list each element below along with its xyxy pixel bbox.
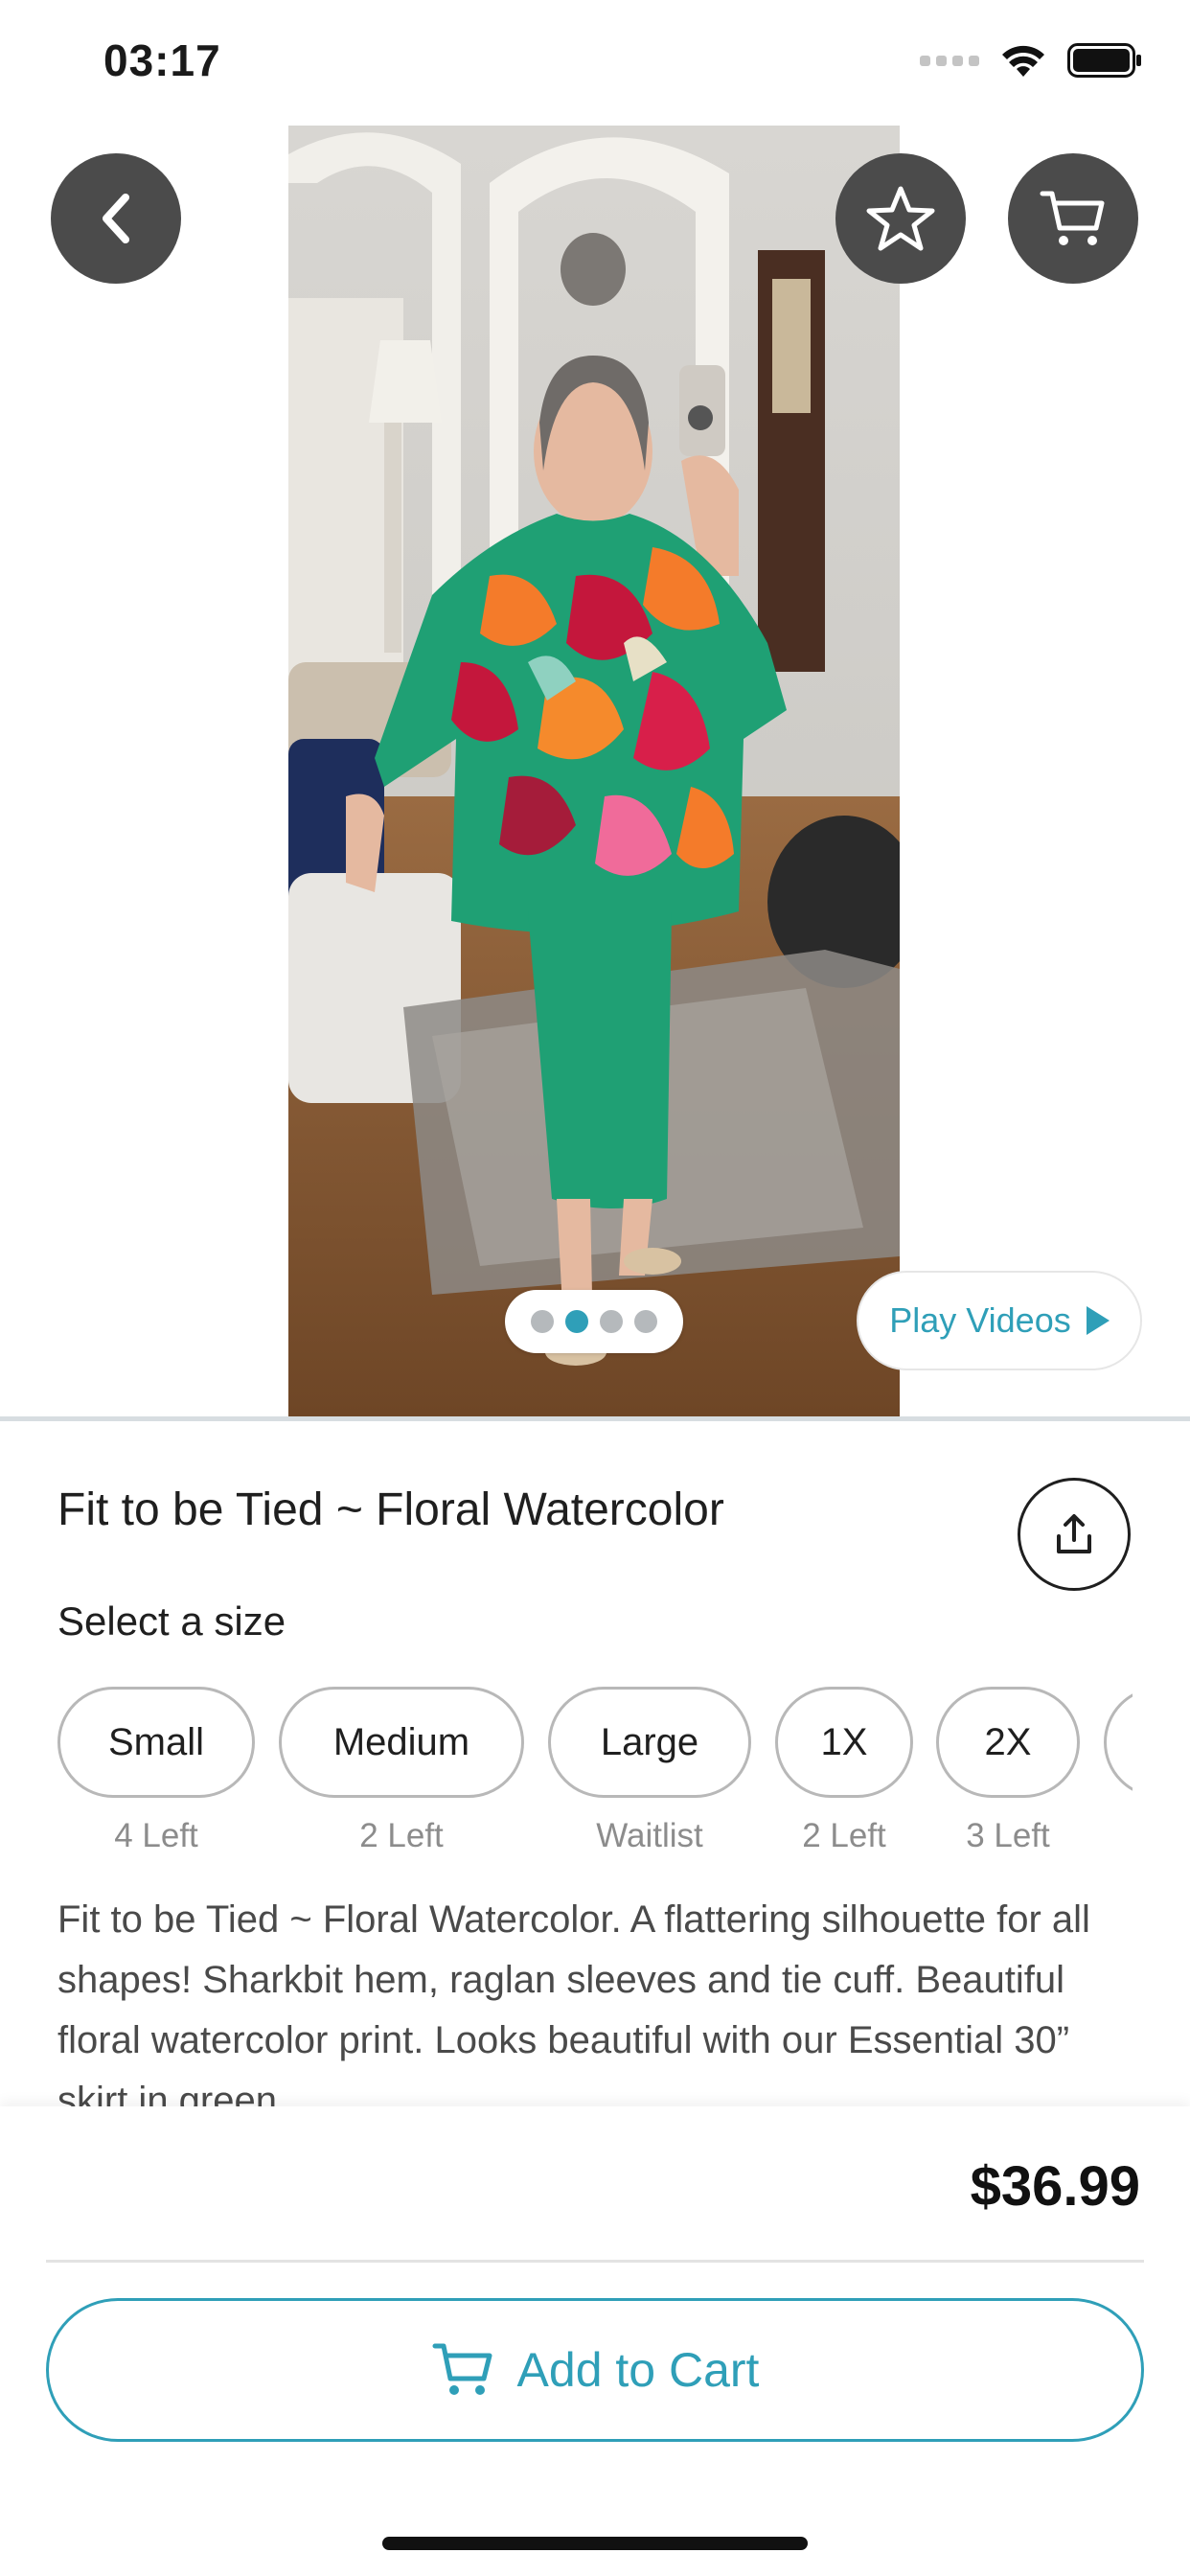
divider [0, 1416, 1190, 1421]
size-option-1x[interactable]: 1X [775, 1687, 913, 1798]
cart-icon [1040, 191, 1105, 245]
size-option-large[interactable]: Large [548, 1687, 751, 1798]
play-videos-label: Play Videos [889, 1300, 1071, 1340]
size-label: Medium [332, 1720, 470, 1763]
wifi-icon [1002, 45, 1044, 77]
size-label: 1X [820, 1720, 868, 1763]
chevron-left-icon [103, 194, 129, 243]
size-label: Small [107, 1720, 205, 1763]
add-to-cart-button[interactable]: Add to Cart [46, 2298, 1144, 2442]
size-selector[interactable]: Small 4 Left Medium 2 Left Large Waitlis… [57, 1687, 1133, 1878]
size-stock: Waitlist [596, 1817, 703, 1854]
cart-button[interactable] [1008, 153, 1138, 284]
star-outline-icon [866, 186, 935, 251]
pager-dot[interactable] [634, 1310, 657, 1333]
size-option-more[interactable] [1104, 1687, 1133, 1798]
size-stock: 3 Left [966, 1817, 1050, 1854]
favorite-button[interactable] [835, 153, 966, 284]
share-icon [1057, 1514, 1091, 1553]
size-option-small[interactable]: Small [57, 1687, 255, 1798]
play-icon [1086, 1306, 1110, 1335]
size-stock: 4 Left [114, 1817, 198, 1854]
size-label: Large [600, 1720, 699, 1763]
signal-icon [920, 55, 979, 66]
pager-dot[interactable] [531, 1310, 554, 1333]
size-stock: 2 Left [802, 1817, 886, 1854]
product-image[interactable] [288, 126, 900, 1417]
product-price: $36.99 [970, 2155, 1140, 2218]
image-pager[interactable] [505, 1290, 683, 1353]
back-button[interactable] [51, 153, 181, 284]
product-description: Fit to be Tied ~ Floral Watercolor. A fl… [57, 1898, 1090, 2106]
home-indicator[interactable] [382, 2537, 808, 2550]
pager-dot[interactable] [600, 1310, 623, 1333]
divider [46, 2260, 1144, 2263]
size-label: 2X [984, 1720, 1032, 1763]
add-to-cart-label: Add to Cart [516, 2343, 760, 2397]
select-size-label: Select a size [57, 1598, 286, 1644]
battery-icon [1067, 43, 1141, 78]
play-videos-button[interactable]: Play Videos [857, 1271, 1142, 1370]
status-icons [920, 42, 1142, 79]
product-photo [288, 126, 900, 1417]
share-button[interactable] [1018, 1478, 1131, 1591]
product-title: Fit to be Tied ~ Floral Watercolor [57, 1484, 724, 1535]
size-stock: 2 Left [359, 1817, 444, 1854]
pager-dot-active[interactable] [565, 1310, 588, 1333]
size-option-2x[interactable]: 2X [936, 1687, 1080, 1798]
cart-icon [432, 2343, 492, 2395]
size-option-medium[interactable]: Medium [279, 1687, 524, 1798]
status-time: 03:17 [103, 35, 221, 85]
